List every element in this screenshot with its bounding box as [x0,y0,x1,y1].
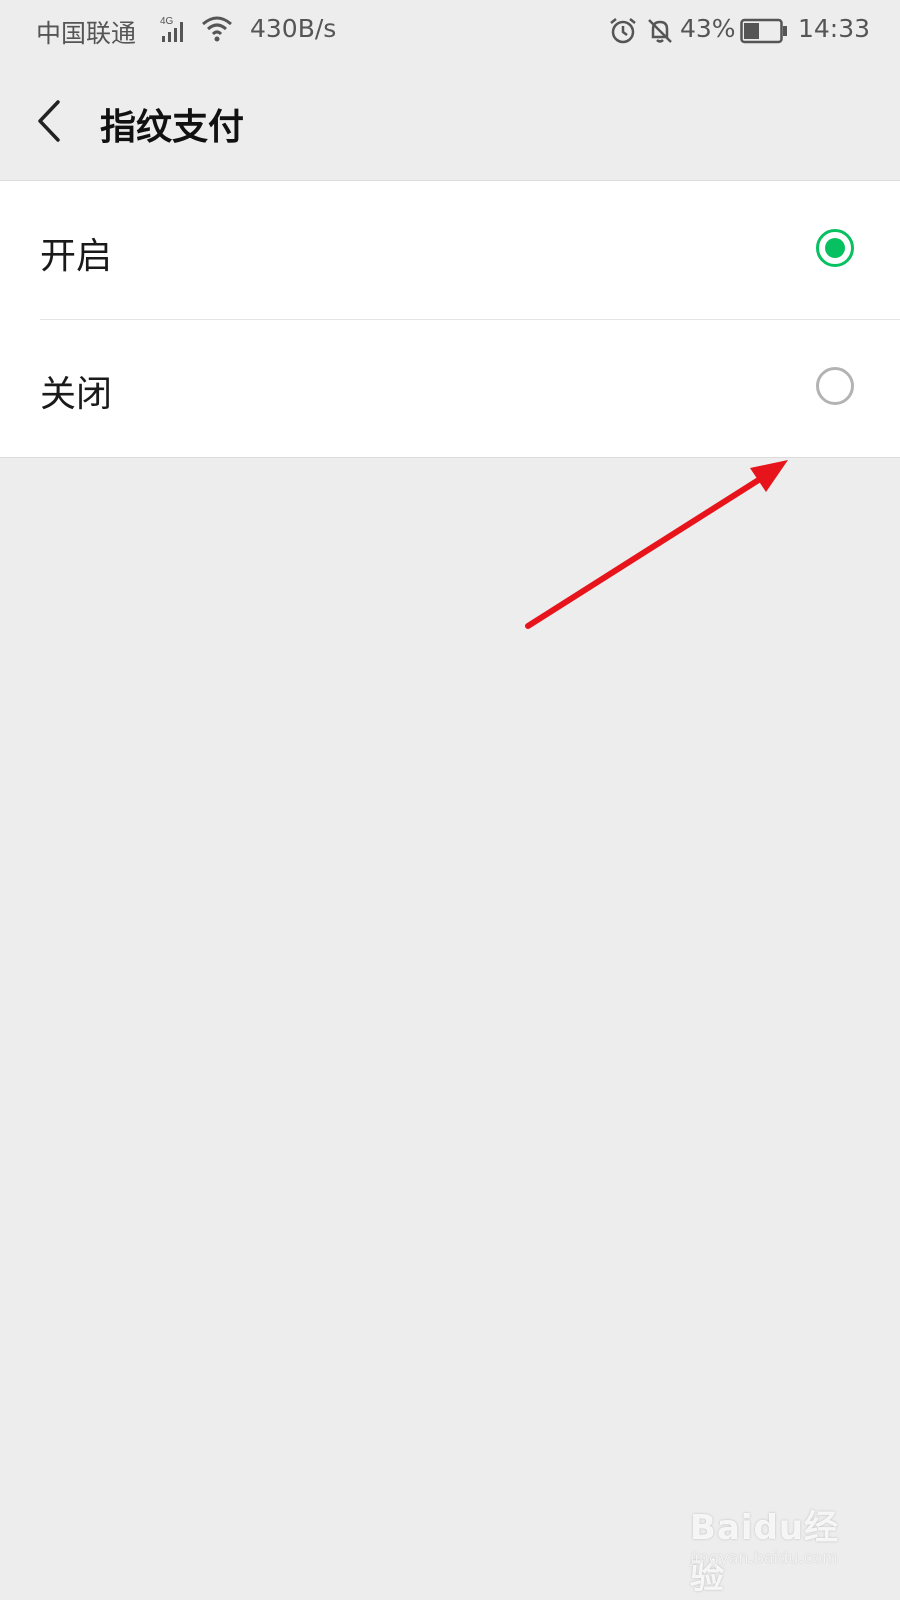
watermark-url: jingyan.baidu.com [690,1548,838,1567]
watermark: Baidu经验 jingyan.baidu.com [690,1500,870,1597]
option-label: 开启 [40,236,113,277]
battery-icon [740,18,788,50]
alarm-icon [608,16,638,52]
radio-button-disable[interactable] [816,367,854,405]
battery-fill [744,23,759,39]
option-label: 关闭 [40,374,113,415]
option-list: 开启 关闭 [0,181,900,458]
chevron-left-icon[interactable] [30,96,70,146]
status-bar: 中国联通 4G 430B/s 43% 14:33 [0,0,900,64]
battery-percent: 43% [680,14,736,43]
network-type: 4G [160,16,174,27]
nav-bar: 指纹支付 [0,64,900,181]
option-disable[interactable]: 关闭 [0,319,900,457]
bell-off-icon [645,16,675,52]
wifi-icon [200,14,234,50]
page-title: 指纹支付 [100,107,245,148]
signal-icon: 4G [160,14,190,50]
radio-button-enable[interactable] [816,229,854,267]
carrier-name: 中国联通 [36,19,137,48]
clock-time: 14:33 [798,14,871,43]
option-enable[interactable]: 开启 [0,181,900,319]
network-speed: 430B/s [250,14,337,43]
